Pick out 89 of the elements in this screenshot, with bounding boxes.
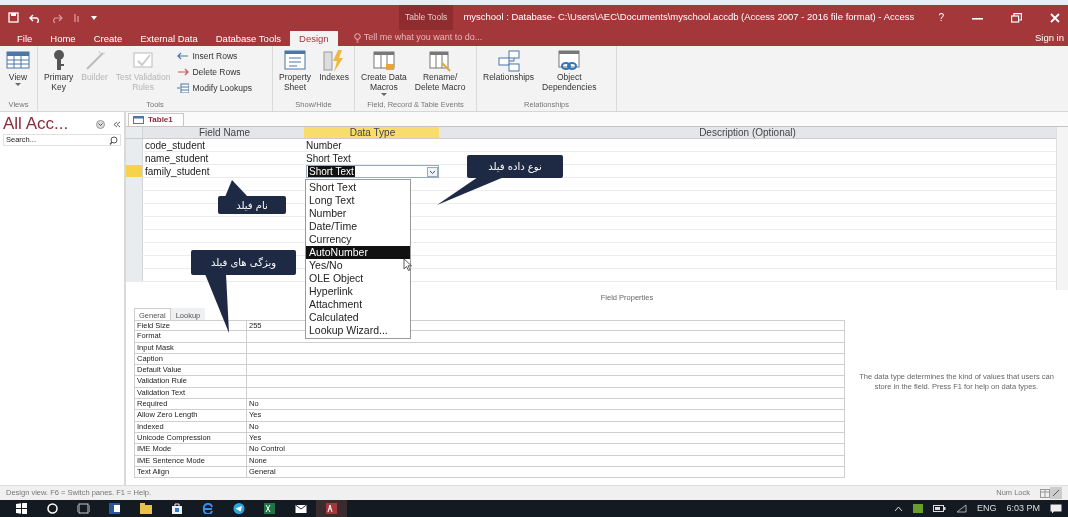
task-view-icon[interactable]: [77, 503, 90, 514]
table-macro-icon: [371, 49, 396, 72]
window-title: myschool : Database- C:\Users\AEC\Documents\myschool.accdb (Access 2007 - 2016 file format) - Access: [463, 10, 915, 25]
dropdown-option[interactable]: Short Text: [306, 181, 410, 194]
callout-label: ویژگی های فیلد: [191, 250, 296, 275]
save-icon[interactable]: [8, 12, 19, 23]
dropdown-option[interactable]: Hyperlink: [306, 285, 410, 298]
table-icon: [133, 116, 144, 124]
collapse-icon[interactable]: [113, 120, 121, 128]
ribbon-tab[interactable]: Design: [290, 31, 338, 46]
ribbon-button[interactable]: Primary Key: [41, 48, 77, 93]
context-label: Table Tools: [399, 5, 454, 30]
column-header: Data Type: [304, 127, 439, 138]
ribbon-button[interactable]: Object Dependencies: [539, 48, 600, 93]
browser-icon[interactable]: [201, 503, 214, 514]
data-type-cell[interactable]: Number: [304, 139, 439, 151]
data-type-cell[interactable]: Short Text: [304, 152, 439, 164]
database-app-icon[interactable]: [326, 503, 337, 514]
column-header: Field Name: [197, 127, 252, 138]
dropdown-option[interactable]: Date/Time: [306, 220, 410, 233]
caret-icon: [15, 82, 21, 87]
ribbon-button[interactable]: Relationships: [480, 48, 538, 83]
design-view-icon[interactable]: [1050, 487, 1062, 499]
ribbon-button[interactable]: Create Data Macros: [358, 48, 410, 98]
table-edit-icon: [428, 49, 453, 72]
folder-icon[interactable]: [139, 503, 152, 514]
undo-icon[interactable]: [29, 12, 41, 23]
close-icon[interactable]: [1050, 12, 1060, 23]
chevron-up-icon[interactable]: [893, 505, 903, 512]
shopping-bag-icon[interactable]: [170, 503, 183, 514]
ribbon-button[interactable]: Property Sheet: [276, 48, 315, 93]
ribbon-button[interactable]: View: [3, 48, 33, 88]
document-app-icon[interactable]: [109, 503, 120, 514]
language-indicator[interactable]: ENG: [976, 501, 997, 516]
field-name-cell[interactable]: code_student: [143, 139, 304, 151]
field-name-cell[interactable]: name_student: [143, 152, 304, 164]
wifi-icon[interactable]: [955, 504, 967, 513]
chevron-down-icon[interactable]: [96, 119, 105, 129]
customize-caret-icon[interactable]: [91, 14, 97, 21]
clock-text[interactable]: 6:03 PM: [1006, 501, 1040, 516]
restore-icon[interactable]: [1011, 12, 1022, 23]
tell-me-field[interactable]: Tell me what you want to do...: [347, 30, 489, 46]
notification-icon[interactable]: [1050, 503, 1062, 514]
lightning-icon: [322, 49, 346, 72]
ribbon-tab[interactable]: Database Tools: [206, 31, 291, 46]
paper-plane-icon[interactable]: [232, 503, 245, 514]
dropdown-option[interactable]: Calculated: [306, 311, 410, 324]
lightbulb-icon: [353, 33, 361, 43]
ribbon-tab[interactable]: Create: [84, 31, 132, 46]
dropdown-option[interactable]: Long Text: [306, 194, 410, 207]
data-type-dropdown[interactable]: Short Text: [306, 165, 439, 178]
ribbon-tab[interactable]: File: [8, 31, 42, 46]
ribbon-tab[interactable]: External Data: [131, 31, 207, 46]
help-button[interactable]: ?: [938, 10, 944, 25]
document-tab[interactable]: Table1: [128, 113, 184, 126]
search-icon: [109, 135, 118, 145]
callout-label: نوع داده فیلد: [467, 155, 563, 178]
sign-in-link[interactable]: Sign in: [1034, 30, 1068, 46]
dropdown-option[interactable]: AutoNumber: [306, 246, 410, 259]
field-name-cell[interactable]: family_student: [143, 165, 304, 177]
scrollbar[interactable]: [1056, 127, 1068, 290]
nav-pane-title: All Acc...: [3, 114, 69, 134]
delete-rows-icon: [177, 67, 190, 78]
ribbon-button[interactable]: Insert Rows: [175, 49, 254, 64]
dropdown-option[interactable]: Currency: [306, 233, 410, 246]
link-table-icon: [557, 49, 582, 72]
circle-search-icon[interactable]: [47, 503, 58, 514]
column-header: Description (Optional): [698, 127, 797, 138]
relationships-icon: [496, 49, 521, 72]
spreadsheet-app-icon[interactable]: [264, 503, 275, 514]
property-sheet-icon: [283, 49, 308, 72]
dropdown-option[interactable]: Lookup Wizard...: [306, 324, 410, 337]
dropdown-option[interactable]: Number: [306, 207, 410, 220]
ribbon-button[interactable]: Rename/ Delete Macro: [411, 48, 469, 93]
table-icon: [6, 49, 30, 72]
mail-icon[interactable]: [294, 503, 307, 514]
battery-icon[interactable]: [932, 505, 946, 512]
windows-start-icon[interactable]: [16, 503, 27, 514]
ribbon-button[interactable]: Delete Rows: [175, 64, 254, 80]
ribbon-button[interactable]: Indexes: [316, 48, 352, 83]
caret-icon: [380, 92, 387, 97]
ribbon-tab[interactable]: Home: [41, 31, 85, 46]
dropdown-option[interactable]: OLE Object: [306, 272, 410, 285]
lookup-list-icon: [177, 82, 190, 93]
redo-icon[interactable]: [51, 12, 63, 23]
dropdown-option[interactable]: Attachment: [306, 298, 410, 311]
ribbon-button[interactable]: Modify Lookups: [175, 80, 254, 96]
insert-rows-icon: [177, 51, 190, 62]
callout-pointer: [205, 274, 229, 333]
